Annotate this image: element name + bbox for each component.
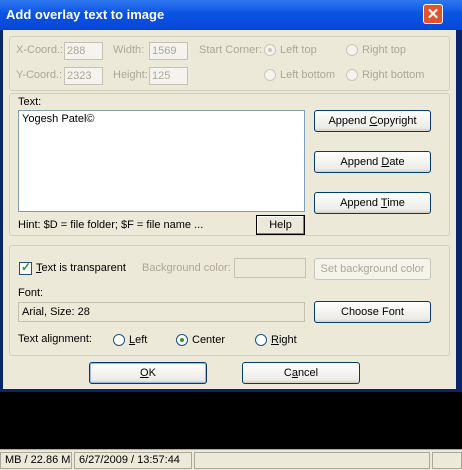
align-left-radio[interactable] — [113, 334, 125, 346]
dialog-client-area: X-Coord.: 288 Width: 1569 Y-Coord.: 2323… — [3, 30, 456, 389]
status-panel-end — [432, 452, 462, 469]
append-date-button[interactable]: Append Date — [314, 151, 431, 173]
dialog-title: Add overlay text to image — [6, 7, 165, 22]
x-coord-field[interactable]: 288 — [64, 42, 103, 60]
append-copyright-button[interactable]: Append Copyright — [314, 110, 431, 132]
ok-label-b: K — [148, 367, 156, 379]
corner-left-bottom-label: Left bottom — [280, 69, 336, 81]
height-field[interactable]: 125 — [149, 67, 188, 85]
append-copyright-label-c: opyright — [377, 115, 417, 127]
status-file-size: MB / 22.86 MB — [0, 452, 72, 469]
append-date-label-c: ate — [389, 156, 405, 168]
close-icon: ✕ — [426, 6, 440, 23]
choose-font-button[interactable]: Choose Font — [314, 301, 431, 323]
overlay-text-value: Yogesh Patel© — [22, 113, 95, 125]
text-label: Text: — [18, 96, 42, 108]
append-time-button[interactable]: Append Time — [314, 192, 431, 214]
background-color-swatch — [234, 258, 306, 278]
cancel-label-c: ncel — [297, 367, 319, 379]
help-button-label: Help — [269, 219, 292, 231]
status-datetime-text: 6/27/2009 / 13:57:44 — [79, 454, 180, 466]
set-background-color-button[interactable]: Set background color — [314, 258, 431, 280]
image-viewport — [0, 392, 462, 449]
x-coord-label: X-Coord.: — [16, 44, 64, 56]
background-color-label: Background color: — [142, 262, 231, 274]
font-label: Font: — [18, 287, 44, 299]
append-time-label-c: ime — [387, 197, 405, 209]
font-value: Arial, Size: 28 — [22, 306, 90, 318]
align-right-label: Right — [271, 334, 297, 346]
corner-right-bottom-label: Right bottom — [362, 69, 425, 81]
corner-left-top-radio[interactable] — [264, 44, 276, 56]
choose-font-label: Choose Font — [341, 306, 404, 318]
status-bar: MB / 22.86 MB 6/27/2009 / 13:57:44 — [0, 449, 462, 470]
status-datetime: 6/27/2009 / 13:57:44 — [74, 452, 192, 469]
text-alignment-label: Text alignment: — [18, 333, 92, 345]
dialog-window: Add overlay text to image ✕ X-Coord.: 28… — [0, 0, 462, 392]
corner-right-top-label: Right top — [362, 44, 407, 56]
corner-right-bottom-radio[interactable] — [346, 69, 358, 81]
set-background-color-label: Set background color — [320, 263, 425, 275]
align-right-radio[interactable] — [255, 334, 267, 346]
cancel-label-a: C — [283, 367, 292, 379]
y-coord-label: Y-Coord.: — [16, 69, 63, 81]
ok-label-a: O — [140, 367, 149, 379]
append-time-label-a: Append — [340, 197, 381, 209]
hint-text: Hint: $D = file folder; $F = file name .… — [18, 219, 204, 231]
align-right-label-a: R — [271, 334, 279, 346]
width-label: Width: — [113, 44, 145, 56]
append-date-label-a: Append — [340, 156, 382, 168]
cancel-button[interactable]: Cancel — [242, 362, 360, 384]
width-field[interactable]: 1569 — [149, 42, 188, 60]
transparent-checkbox[interactable]: ✓ — [19, 260, 32, 275]
title-bar[interactable]: Add overlay text to image ✕ — [0, 0, 462, 30]
height-label: Height: — [113, 69, 148, 81]
corner-right-top-radio[interactable] — [346, 44, 358, 56]
status-panel-empty — [194, 452, 430, 469]
align-left-label-b: eft — [135, 334, 148, 346]
checkmark-icon: ✓ — [21, 260, 32, 274]
align-right-label-b: ight — [278, 334, 297, 346]
font-display: Arial, Size: 28 — [18, 302, 305, 322]
align-center-label: Center — [192, 334, 226, 346]
close-button[interactable]: ✕ — [423, 4, 443, 24]
transparent-label: Text is transparent — [36, 262, 126, 274]
corner-left-bottom-radio[interactable] — [264, 69, 276, 81]
start-corner-label: Start Corner: — [199, 44, 262, 56]
align-left-label: Left — [129, 334, 147, 346]
help-button[interactable]: Help — [256, 215, 305, 235]
y-coord-field[interactable]: 2323 — [64, 67, 103, 85]
align-center-radio[interactable] — [176, 334, 188, 346]
transparent-label-b: ext is transparent — [41, 262, 126, 274]
status-file-size-text: MB / 22.86 MB — [5, 454, 72, 466]
ok-button[interactable]: OK — [89, 362, 207, 384]
append-copyright-label-a: Append — [328, 115, 370, 127]
corner-left-top-label: Left top — [280, 44, 317, 56]
overlay-text-input[interactable]: Yogesh Patel© — [18, 110, 305, 212]
